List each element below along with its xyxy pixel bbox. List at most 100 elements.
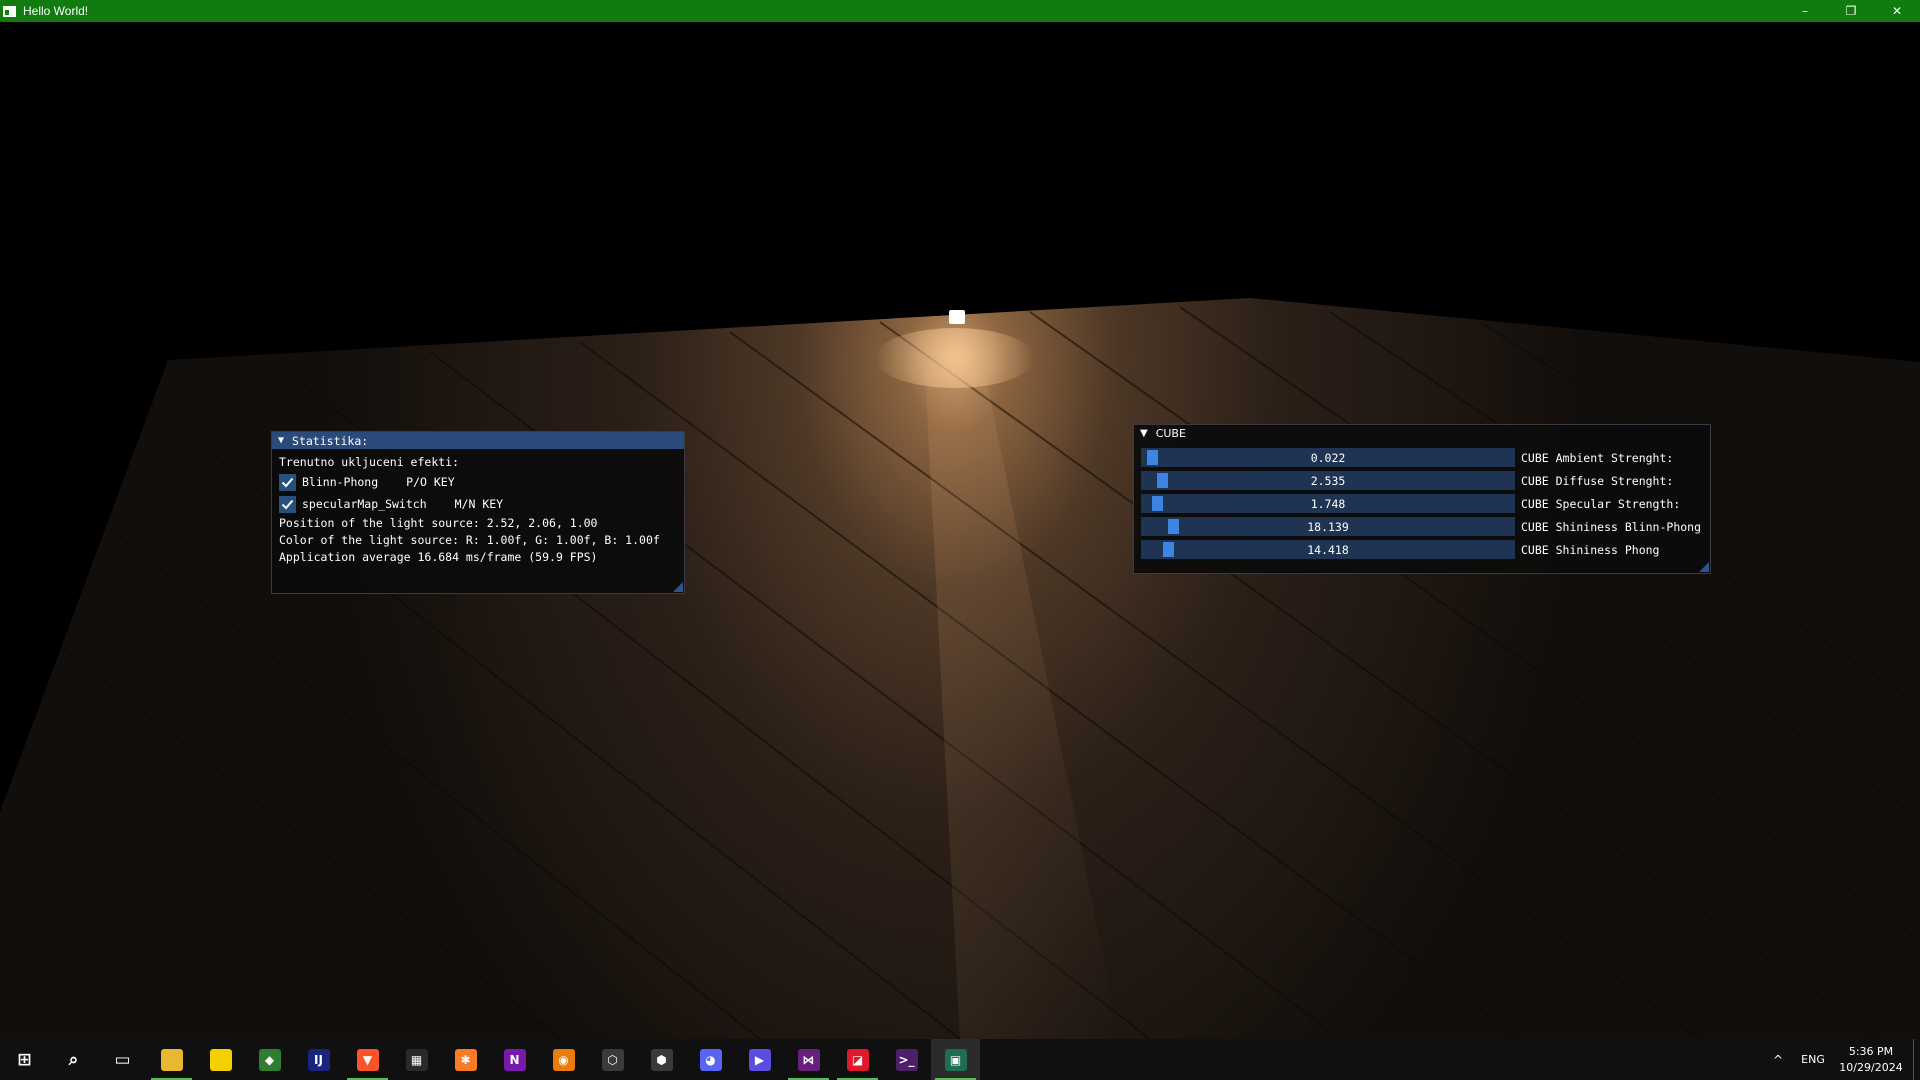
slider-value: 0.022	[1310, 450, 1346, 465]
shininess-phong-slider[interactable]: 14.418	[1141, 540, 1515, 559]
taskbar-button[interactable]: >_	[882, 1039, 931, 1080]
desktop-screen: Hello World! – ❐ ✕ ▼ Statistika: Trenutn…	[0, 0, 1920, 1080]
window-controls: – ❐ ✕	[1782, 0, 1920, 22]
discord-icon: ◕	[699, 1048, 722, 1071]
clock-time: 5:36 PM	[1848, 1044, 1894, 1058]
windows-taskbar: ⊞ ⌕ ▭ ◆ IJ ▼ ▦ ✱ N ◉ ⬡ ⬢ ◕ ▶ ⋈ ◪ >_ ▣ ^ ENG 5:36 PM 10/29…	[0, 1039, 1920, 1080]
taskbar-button[interactable]: ⌕	[49, 1039, 98, 1080]
taskbar-button[interactable]: ◆	[245, 1039, 294, 1080]
file-explorer-icon	[160, 1048, 183, 1071]
cube-panel-header[interactable]: ▼ CUBE	[1134, 425, 1710, 442]
amd-software-icon: ◪	[846, 1048, 869, 1071]
show-desktop-button[interactable]	[1913, 1039, 1920, 1080]
ambient-strength-label: CUBE Ambient Strenght:	[1521, 450, 1674, 465]
slider-grab-handle[interactable]	[1168, 519, 1180, 534]
blinn-phong-checkbox[interactable]	[279, 473, 296, 491]
specular-map-label: specularMap_Switch	[302, 497, 427, 511]
taskbar-button[interactable]: ⊞	[0, 1039, 49, 1080]
specular-map-toggle-row[interactable]: specularMap_Switch M/N KEY	[279, 493, 677, 515]
taskbar-button[interactable]: ◪	[833, 1039, 882, 1080]
slider-grab-handle[interactable]	[1146, 450, 1158, 465]
slider-value: 14.418	[1307, 542, 1349, 557]
cube-panel-title: CUBE	[1155, 427, 1186, 440]
unity-hub-icon: ⬡	[601, 1048, 624, 1071]
window-title: Hello World!	[23, 4, 89, 18]
minimize-button[interactable]: –	[1782, 0, 1828, 22]
specular-strength-row: 1.748 CUBE Specular Strength:	[1141, 492, 1703, 515]
taskbar-button[interactable]: N	[490, 1039, 539, 1080]
shininess-phong-label: CUBE Shininess Phong	[1521, 542, 1660, 557]
taskbar-button[interactable]: IJ	[294, 1039, 343, 1080]
statistics-panel-header[interactable]: ▼ Statistika:	[272, 432, 684, 449]
light-position-text: Position of the light source: 2.52, 2.06…	[279, 516, 598, 530]
show-hidden-icons-chevron-icon[interactable]: ^	[1763, 1053, 1793, 1067]
taskbar-button[interactable]: ⋈	[784, 1039, 833, 1080]
blender-icon: ◉	[552, 1048, 575, 1071]
clock[interactable]: 5:36 PM 10/29/2024	[1833, 1044, 1909, 1076]
taskbar-button[interactable]: ▣	[931, 1039, 980, 1080]
media-player-icon: ▶	[748, 1048, 771, 1071]
taskbar-button[interactable]: ▶	[735, 1039, 784, 1080]
cube-settings-panel[interactable]: ▼ CUBE 0.022 CUBE Ambient Strenght: 2.53…	[1133, 424, 1711, 574]
collapse-arrow-icon[interactable]: ▼	[278, 435, 284, 446]
ambient-strength-row: 0.022 CUBE Ambient Strenght:	[1141, 446, 1703, 469]
statistics-panel-title: Statistika:	[292, 433, 369, 448]
opengl-app-icon: ▣	[944, 1048, 967, 1071]
close-button[interactable]: ✕	[1874, 0, 1920, 22]
shininess-blinn-phong-row: 18.139 CUBE Shininess Blinn-Phong	[1141, 515, 1703, 538]
specular-map-key-hint: M/N KEY	[454, 497, 504, 511]
restore-button[interactable]: ❐	[1828, 0, 1874, 22]
taskbar-button[interactable]: ◉	[539, 1039, 588, 1080]
search-icon: ⌕	[62, 1048, 85, 1071]
shininess-blinn-phong-label: CUBE Shininess Blinn-Phong	[1521, 519, 1702, 534]
window-title-bar[interactable]: Hello World! – ❐ ✕	[0, 0, 1920, 22]
fps-text: Application average 16.684 ms/frame (59.…	[279, 550, 598, 564]
taskbar-button[interactable]: ⬡	[588, 1039, 637, 1080]
input-language[interactable]: ENG	[1793, 1053, 1833, 1066]
app-window-icon	[3, 5, 16, 17]
taskbar-button[interactable]: ▦	[392, 1039, 441, 1080]
effects-heading: Trenutno ukljuceni efekti:	[279, 455, 460, 469]
shininess-phong-row: 14.418 CUBE Shininess Phong	[1141, 538, 1703, 561]
checkmark-icon	[281, 499, 294, 509]
shininess-blinn-phong-slider[interactable]: 18.139	[1141, 517, 1515, 536]
taskbar-button[interactable]	[196, 1039, 245, 1080]
slider-grab-handle[interactable]	[1157, 473, 1169, 488]
diffuse-strength-row: 2.535 CUBE Diffuse Strenght:	[1141, 469, 1703, 492]
taskbar-button[interactable]: ◕	[686, 1039, 735, 1080]
statistics-panel[interactable]: ▼ Statistika: Trenutno ukljuceni efekti:…	[271, 431, 685, 594]
xampp-icon: ✱	[454, 1048, 477, 1071]
taskbar-button[interactable]: ▼	[343, 1039, 392, 1080]
checkmark-icon	[281, 477, 294, 487]
task-view-icon: ▭	[111, 1048, 134, 1071]
blinn-phong-label: Blinn-Phong	[302, 475, 379, 489]
ambient-strength-slider[interactable]: 0.022	[1141, 448, 1515, 467]
blinn-phong-toggle-row[interactable]: Blinn-Phong P/O KEY	[279, 471, 677, 493]
visual-studio-icon: ⋈	[797, 1048, 820, 1071]
unity-icon: ⬢	[650, 1048, 673, 1071]
taskbar-button[interactable]: ⬢	[637, 1039, 686, 1080]
collapse-arrow-icon[interactable]: ▼	[1140, 428, 1148, 439]
slider-value: 2.535	[1310, 473, 1346, 488]
light-hotspot	[875, 328, 1035, 388]
diffuse-strength-slider[interactable]: 2.535	[1141, 471, 1515, 490]
light-source-cube	[949, 310, 965, 324]
terminal-icon: >_	[895, 1048, 918, 1071]
diffuse-strength-label: CUBE Diffuse Strenght:	[1521, 473, 1674, 488]
system-tray: ^ ENG 5:36 PM 10/29/2024	[1763, 1039, 1920, 1080]
specular-strength-slider[interactable]: 1.748	[1141, 494, 1515, 513]
taskbar-button[interactable]: ✱	[441, 1039, 490, 1080]
brave-browser-icon: ▼	[356, 1048, 379, 1071]
taskbar-button[interactable]: ▭	[98, 1039, 147, 1080]
specular-strength-label: CUBE Specular Strength:	[1521, 496, 1681, 511]
slider-grab-handle[interactable]	[1162, 542, 1174, 557]
resize-grip-icon[interactable]	[673, 582, 683, 592]
slider-value: 18.139	[1307, 519, 1349, 534]
intellij-icon: IJ	[307, 1048, 330, 1071]
slider-grab-handle[interactable]	[1151, 496, 1163, 511]
specular-map-checkbox[interactable]	[279, 495, 296, 513]
start-button-icon: ⊞	[13, 1048, 36, 1071]
taskbar-button[interactable]	[147, 1039, 196, 1080]
resize-grip-icon[interactable]	[1699, 562, 1709, 572]
light-color-text: Color of the light source: R: 1.00f, G: …	[279, 533, 660, 547]
